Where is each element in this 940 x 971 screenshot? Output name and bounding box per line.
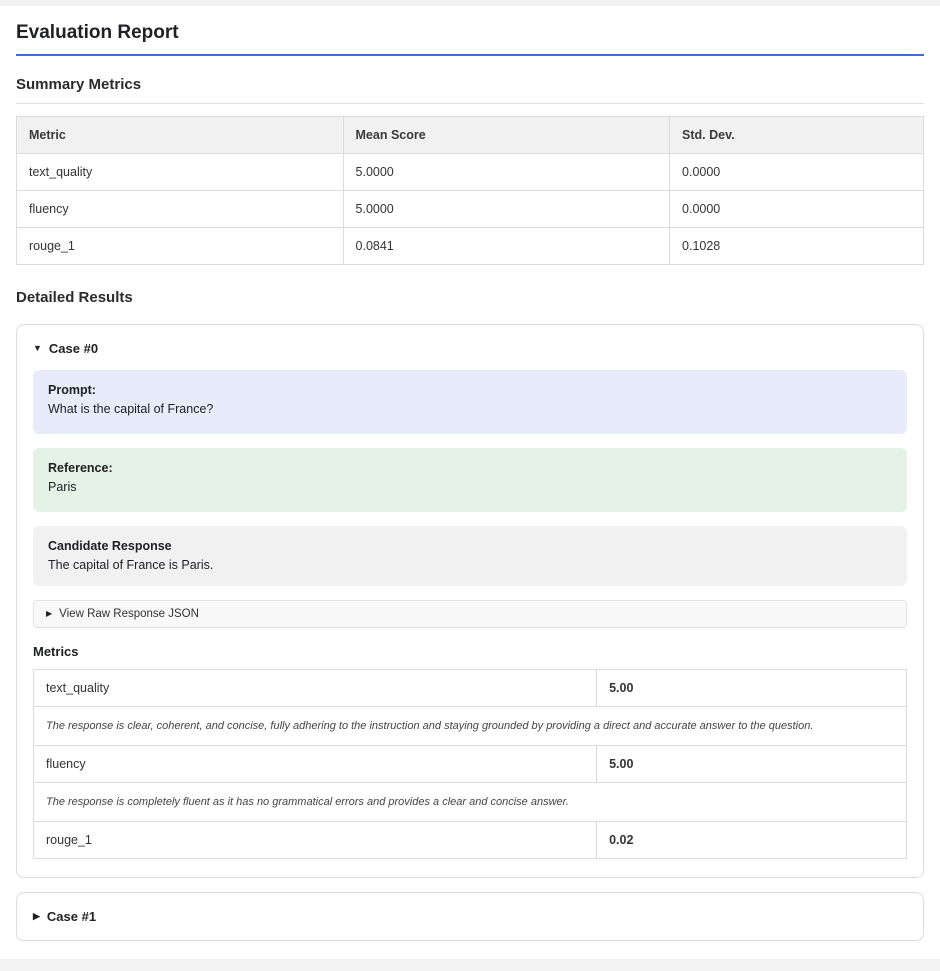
case-title: Case #1 bbox=[47, 909, 96, 924]
metric-name-cell: text_quality bbox=[17, 154, 344, 191]
raw-json-details: ▶ View Raw Response JSON bbox=[33, 600, 907, 628]
raw-json-summary-toggle[interactable]: ▶ View Raw Response JSON bbox=[34, 601, 906, 627]
case-0-summary-toggle[interactable]: ▼ Case #0 bbox=[31, 329, 909, 368]
candidate-response-label: Candidate Response bbox=[48, 539, 892, 553]
summary-metrics-heading: Summary Metrics bbox=[16, 72, 924, 104]
triangle-down-icon: ▼ bbox=[33, 344, 42, 353]
prompt-text: What is the capital of France? bbox=[48, 402, 892, 416]
table-row: fluency 5.0000 0.0000 bbox=[17, 191, 924, 228]
case-1-details: ▶ Case #1 bbox=[31, 897, 909, 936]
table-row: rouge_1 0.0841 0.1028 bbox=[17, 228, 924, 265]
metric-name-cell: rouge_1 bbox=[34, 822, 597, 859]
case-card-1: ▶ Case #1 bbox=[16, 892, 924, 941]
page-title: Evaluation Report bbox=[16, 16, 924, 56]
evaluation-report-page: Evaluation Report Summary Metrics Metric… bbox=[0, 6, 940, 941]
case-title: Case #0 bbox=[49, 341, 98, 356]
metric-explanation-row: The response is clear, coherent, and con… bbox=[34, 707, 907, 746]
metric-name-cell: fluency bbox=[17, 191, 344, 228]
metrics-heading: Metrics bbox=[33, 644, 907, 659]
metric-row: fluency 5.00 bbox=[34, 746, 907, 783]
bottom-strip bbox=[0, 959, 940, 971]
reference-label: Reference: bbox=[48, 461, 892, 475]
table-row: text_quality 5.0000 0.0000 bbox=[17, 154, 924, 191]
metric-score-cell: 5.00 bbox=[597, 746, 907, 783]
summary-metrics-table: Metric Mean Score Std. Dev. text_quality… bbox=[16, 116, 924, 265]
std-dev-cell: 0.0000 bbox=[670, 154, 924, 191]
detailed-results-heading: Detailed Results bbox=[16, 285, 924, 310]
mean-score-cell: 0.0841 bbox=[343, 228, 670, 265]
raw-json-label: View Raw Response JSON bbox=[59, 608, 199, 620]
summary-col-header-metric: Metric bbox=[17, 117, 344, 154]
metric-row: rouge_1 0.02 bbox=[34, 822, 907, 859]
metric-explanation-text: The response is clear, coherent, and con… bbox=[34, 707, 907, 746]
metric-explanation-text: The response is completely fluent as it … bbox=[34, 783, 907, 822]
summary-col-header-mean-score: Mean Score bbox=[343, 117, 670, 154]
candidate-response-box: Candidate Response The capital of France… bbox=[33, 526, 907, 586]
metric-explanation-row: The response is completely fluent as it … bbox=[34, 783, 907, 822]
metric-row: text_quality 5.00 bbox=[34, 670, 907, 707]
candidate-response-text: The capital of France is Paris. bbox=[48, 558, 892, 572]
case-card-0: ▼ Case #0 Prompt: What is the capital of… bbox=[16, 324, 924, 878]
reference-text: Paris bbox=[48, 480, 892, 494]
case-1-summary-toggle[interactable]: ▶ Case #1 bbox=[31, 897, 909, 936]
mean-score-cell: 5.0000 bbox=[343, 154, 670, 191]
triangle-right-icon: ▶ bbox=[33, 912, 40, 921]
case-0-body: Prompt: What is the capital of France? R… bbox=[31, 368, 909, 873]
metric-name-cell: fluency bbox=[34, 746, 597, 783]
summary-table-header-row: Metric Mean Score Std. Dev. bbox=[17, 117, 924, 154]
case-0-details: ▼ Case #0 Prompt: What is the capital of… bbox=[31, 329, 909, 873]
metric-name-cell: rouge_1 bbox=[17, 228, 344, 265]
triangle-right-icon: ▶ bbox=[46, 610, 52, 618]
prompt-label: Prompt: bbox=[48, 383, 892, 397]
metric-score-cell: 0.02 bbox=[597, 822, 907, 859]
reference-box: Reference: Paris bbox=[33, 448, 907, 512]
mean-score-cell: 5.0000 bbox=[343, 191, 670, 228]
prompt-box: Prompt: What is the capital of France? bbox=[33, 370, 907, 434]
std-dev-cell: 0.1028 bbox=[670, 228, 924, 265]
summary-col-header-std-dev: Std. Dev. bbox=[670, 117, 924, 154]
case-metrics-table: text_quality 5.00 The response is clear,… bbox=[33, 669, 907, 859]
metric-score-cell: 5.00 bbox=[597, 670, 907, 707]
std-dev-cell: 0.0000 bbox=[670, 191, 924, 228]
metric-name-cell: text_quality bbox=[34, 670, 597, 707]
